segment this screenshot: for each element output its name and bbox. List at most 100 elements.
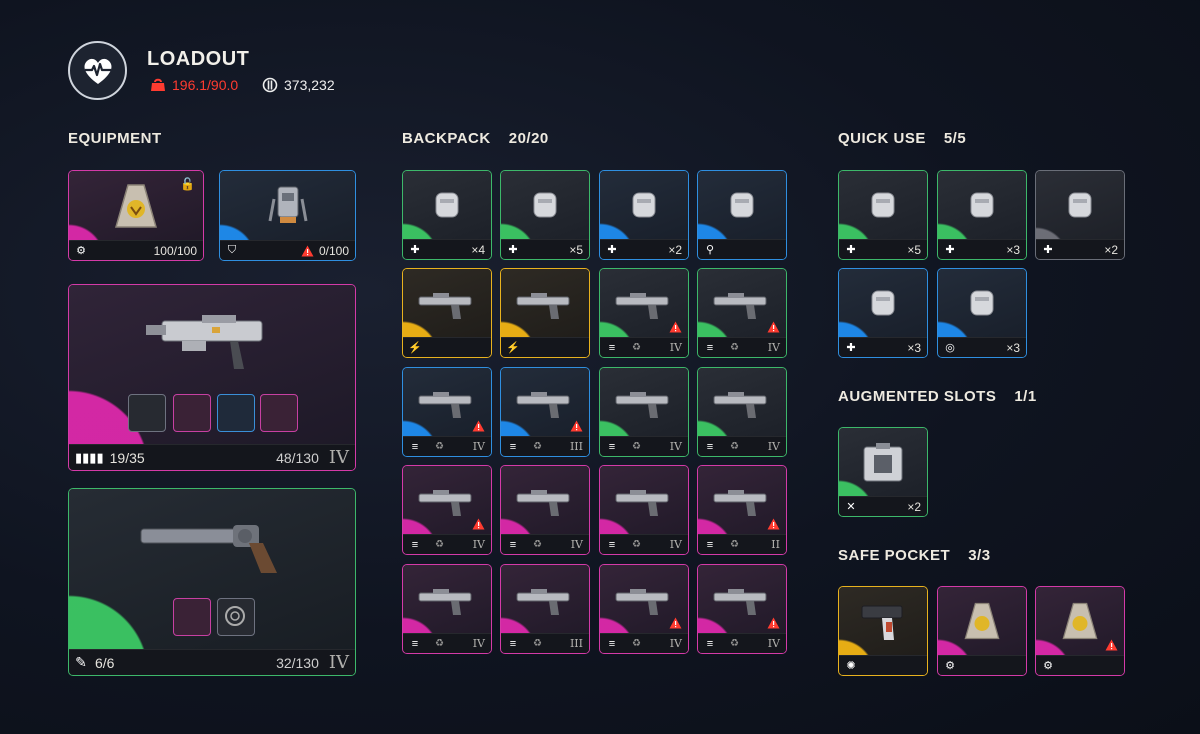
slot-tier: IV xyxy=(669,538,682,551)
backpack-slot[interactable]: ✚ ×2 xyxy=(599,170,689,260)
slot-qty: ×3 xyxy=(1006,340,1020,355)
shield-emblem-icon: ⛉ xyxy=(227,244,237,256)
slot-qty: ×5 xyxy=(569,242,583,257)
augmented-slot[interactable]: ✕ ×2 xyxy=(838,427,928,517)
augmented-title: AUGMENTED SLOTS 1/1 xyxy=(838,388,1037,405)
quick-use-slot[interactable]: ✚ ×5 xyxy=(838,170,928,260)
weapon-item-icon xyxy=(418,392,472,418)
quick-use-slot[interactable]: ✚ ×3 xyxy=(937,170,1027,260)
target-icon: ◎ xyxy=(945,342,955,354)
backpack-slot[interactable]: ≡ ♻ IV xyxy=(599,268,689,358)
safe-pocket-label: SAFE POCKET xyxy=(838,547,951,564)
slot-tier: II xyxy=(771,538,780,551)
backpack-slot[interactable]: ⚡ xyxy=(402,268,492,358)
ammo-icon: ≡ xyxy=(509,637,517,650)
weapon-item-icon xyxy=(418,589,472,615)
quick-use-slot[interactable]: ✚ ×2 xyxy=(1035,170,1125,260)
slot-tier: IV xyxy=(669,341,682,354)
attachment-barrel[interactable] xyxy=(173,598,211,636)
ammo-icon: ≡ xyxy=(608,637,616,650)
recycle-icon: ♻ xyxy=(435,539,444,550)
backpack-slot[interactable]: ✚ ×5 xyxy=(500,170,590,260)
attachment-magazine[interactable] xyxy=(217,394,255,432)
recycle-icon: ♻ xyxy=(632,342,641,353)
shield-value: 100/100 xyxy=(153,243,197,258)
revolver-weapon-icon xyxy=(140,525,277,573)
safe-pocket-slot-1[interactable]: ✺ xyxy=(838,586,928,676)
attachment-stock[interactable] xyxy=(260,394,298,432)
backpack-slot[interactable]: ✚ ×4 xyxy=(402,170,492,260)
unlocked-icon: 🔓 xyxy=(180,177,195,191)
ammo-shell-icon: ✎ xyxy=(75,654,87,670)
page-title: LOADOUT xyxy=(147,48,250,70)
slot-qty: ×4 xyxy=(471,242,485,257)
weapon-item-icon xyxy=(713,392,767,418)
safe-pocket-slot-2[interactable]: ⚙ xyxy=(937,586,1027,676)
backpack-slot[interactable]: ≡ ♻ IV xyxy=(402,367,492,457)
secondary-reserve: 32/130 xyxy=(276,654,319,671)
recycle-icon: ♻ xyxy=(730,539,739,550)
attachment-empty[interactable] xyxy=(217,598,255,636)
aperture-icon: ✺ xyxy=(846,660,856,672)
attachment-muzzle[interactable] xyxy=(128,394,166,432)
augment-slot[interactable]: ⛉ 0/100 xyxy=(219,170,356,261)
weapon-item-icon xyxy=(516,392,570,418)
warning-icon xyxy=(570,420,583,432)
ammo-icon: ≡ xyxy=(411,637,419,650)
backpack-slot[interactable]: ≡ ♻ IV xyxy=(697,564,787,654)
quick-use-label: QUICK USE xyxy=(838,130,926,147)
ammo-icon: ≡ xyxy=(608,538,616,551)
medkit-icon: ✚ xyxy=(607,244,617,256)
backpack-slot[interactable]: ≡ ♻ IV xyxy=(697,268,787,358)
backpack-slot[interactable]: ≡ ♻ II xyxy=(697,465,787,555)
slot-qty: ×2 xyxy=(1104,242,1118,257)
safe-pocket-slot-3[interactable]: ⚙ xyxy=(1035,586,1125,676)
warning-icon xyxy=(1105,639,1118,651)
secondary-ammo: 6/6 xyxy=(95,654,115,671)
ammo-icon: ≡ xyxy=(706,637,714,650)
ammo-icon: ≡ xyxy=(706,341,714,354)
ammo-icon: ≡ xyxy=(608,341,616,354)
warning-icon xyxy=(767,518,780,530)
backpack-slot[interactable]: ≡ ♻ IV xyxy=(599,367,689,457)
wrench-icon: ⚲ xyxy=(705,244,715,256)
slot-tier: IV xyxy=(472,637,485,650)
backpack-slot[interactable]: ⚡ xyxy=(500,268,590,358)
backpack-slot[interactable]: ≡ ♻ IV xyxy=(402,465,492,555)
medkit-icon: ✚ xyxy=(945,244,955,256)
slot-tier: IV xyxy=(669,637,682,650)
ammo-icon: ≡ xyxy=(706,538,714,551)
weapon-item-icon xyxy=(615,392,669,418)
warning-icon xyxy=(767,321,780,333)
recycle-icon: ♻ xyxy=(730,638,739,649)
shield-pack-icon xyxy=(115,183,157,228)
augmented-label: AUGMENTED SLOTS xyxy=(838,388,997,405)
backpack-slot[interactable]: ≡ ♻ IV xyxy=(402,564,492,654)
backpack-slot[interactable]: ≡ ♻ IV xyxy=(599,564,689,654)
backpack-slot[interactable]: ≡ ♻ III xyxy=(500,367,590,457)
attachment-underbarrel[interactable] xyxy=(173,394,211,432)
weight-icon xyxy=(151,78,165,91)
backpack-slot[interactable]: ⚲ xyxy=(697,170,787,260)
slot-tier: III xyxy=(569,440,583,453)
consumable-item-icon xyxy=(730,192,754,218)
quick-use-slot[interactable]: ◎ ×3 xyxy=(937,268,1027,358)
secondary-weapon-slot[interactable]: ✎ 6/6 32/130 IV xyxy=(68,488,356,676)
backpack-slot[interactable]: ≡ ♻ III xyxy=(500,564,590,654)
backpack-slot[interactable]: ≡ ♻ IV xyxy=(500,465,590,555)
shield-pack-icon xyxy=(964,602,1000,640)
consumable-item-icon xyxy=(970,192,994,218)
quick-use-slot[interactable]: ✚ ×3 xyxy=(838,268,928,358)
pistol-icon xyxy=(861,605,903,640)
consumable-item-icon xyxy=(533,192,557,218)
backpack-slot[interactable]: ≡ ♻ IV xyxy=(599,465,689,555)
primary-weapon-slot[interactable]: ▮▮▮▮ 19/35 48/130 IV xyxy=(68,284,356,471)
empty-attachment-icon xyxy=(225,606,245,626)
backpack-slot[interactable]: ≡ ♻ IV xyxy=(697,367,787,457)
slot-tier: IV xyxy=(570,538,583,551)
consumable-item-icon xyxy=(1068,192,1092,218)
shield-slot[interactable]: 🔓 ⚙ 100/100 xyxy=(68,170,204,261)
credits-readout: 373,232 xyxy=(262,77,335,93)
recycle-icon: ♻ xyxy=(632,539,641,550)
safe-pocket-count: 3/3 xyxy=(968,547,991,564)
